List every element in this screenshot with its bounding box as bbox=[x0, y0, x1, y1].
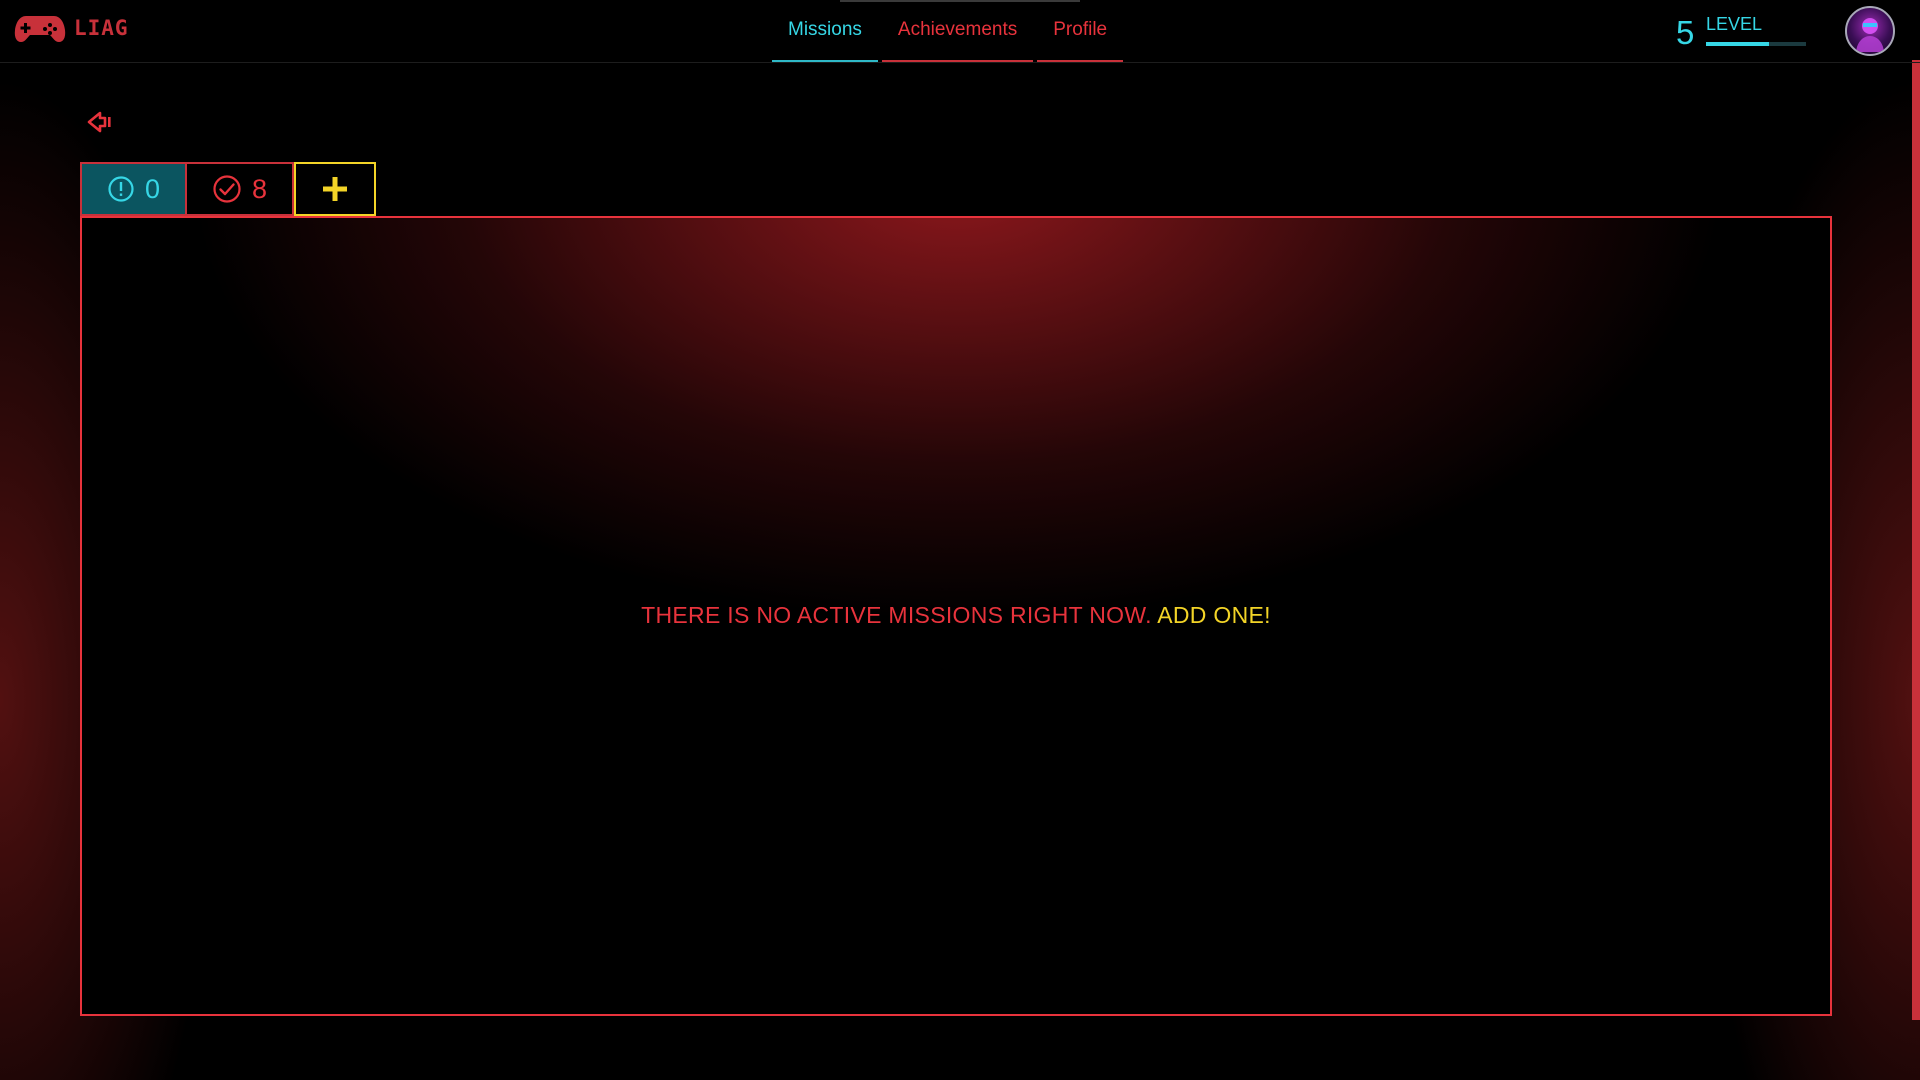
mission-filter-tabs: 0 8 bbox=[80, 162, 376, 216]
check-circle-icon bbox=[213, 175, 241, 203]
scrollbar[interactable] bbox=[1912, 60, 1920, 1020]
empty-state-message: THERE IS NO ACTIVE MISSIONS RIGHT NOW. A… bbox=[82, 602, 1830, 629]
avatar-icon bbox=[1856, 18, 1884, 52]
avatar[interactable] bbox=[1845, 6, 1895, 56]
active-missions-tab[interactable]: 0 bbox=[80, 162, 187, 216]
level-progress-bar bbox=[1706, 42, 1806, 46]
page: LIAG Missions Achievements Profile 5 LEV… bbox=[0, 0, 1920, 1080]
main-nav: Missions Achievements Profile bbox=[772, 0, 1124, 62]
tab-profile[interactable]: Profile bbox=[1037, 0, 1124, 62]
logo-text: LIAG bbox=[74, 16, 129, 40]
add-mission-button[interactable] bbox=[294, 162, 376, 216]
level-indicator: 5 LEVEL bbox=[1676, 12, 1806, 52]
level-number: 5 bbox=[1676, 14, 1695, 51]
empty-state-text: THERE IS NO ACTIVE MISSIONS RIGHT NOW. bbox=[641, 602, 1158, 628]
plus-icon bbox=[323, 177, 347, 201]
add-one-link[interactable]: ADD ONE! bbox=[1157, 602, 1271, 628]
completed-missions-count: 8 bbox=[251, 173, 268, 204]
gamepad-icon bbox=[14, 12, 66, 44]
back-arrow-icon[interactable] bbox=[86, 108, 114, 136]
missions-panel: THERE IS NO ACTIVE MISSIONS RIGHT NOW. A… bbox=[80, 216, 1832, 1016]
tab-missions[interactable]: Missions bbox=[772, 0, 878, 62]
level-progress-fill bbox=[1706, 42, 1769, 46]
alert-circle-icon bbox=[108, 176, 134, 202]
completed-missions-tab[interactable]: 8 bbox=[187, 162, 294, 216]
logo[interactable]: LIAG bbox=[14, 12, 129, 44]
tab-achievements[interactable]: Achievements bbox=[881, 0, 1034, 62]
level-label: LEVEL bbox=[1706, 14, 1763, 34]
top-header: LIAG Missions Achievements Profile 5 LEV… bbox=[0, 0, 1920, 63]
active-missions-count: 0 bbox=[144, 173, 161, 204]
